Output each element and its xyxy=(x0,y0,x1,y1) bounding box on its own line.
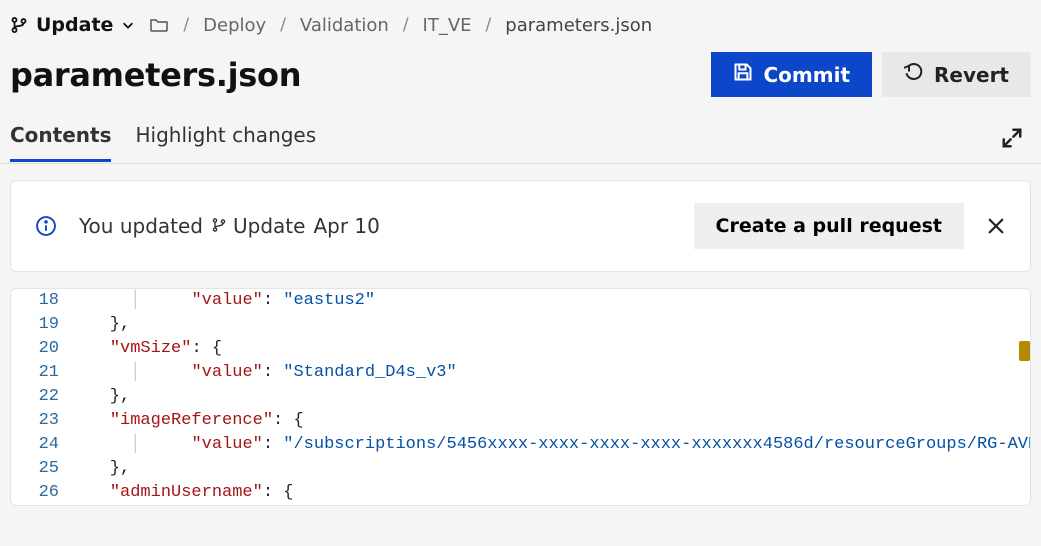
line-number: 26 xyxy=(11,481,69,505)
code-table: 18 │ "value": "eastus2"19 },20 "vmSize":… xyxy=(11,289,1030,505)
breadcrumb-item-0[interactable]: Deploy xyxy=(203,15,266,36)
fullscreen-icon[interactable] xyxy=(993,121,1031,163)
breadcrumb-separator: / xyxy=(403,15,409,35)
code-line: 23 "imageReference": { xyxy=(11,409,1030,433)
tabs: Contents Highlight changes xyxy=(10,123,316,162)
code-line: 25 }, xyxy=(11,457,1030,481)
code-line: 24 │ "value": "/subscriptions/5456xxxx-x… xyxy=(11,433,1030,457)
commit-button[interactable]: Commit xyxy=(711,52,872,97)
code-content[interactable]: "imageReference": { xyxy=(69,409,1030,433)
scrollbar-thumb[interactable] xyxy=(1019,341,1030,361)
action-buttons: Commit Revert xyxy=(711,52,1031,97)
folder-icon[interactable] xyxy=(149,16,169,34)
banner-branch-name: Update xyxy=(233,214,305,238)
banner-right: Create a pull request xyxy=(694,203,1006,249)
banner-text: You updated Update Apr 10 xyxy=(79,214,380,238)
code-content[interactable]: }, xyxy=(69,313,1030,337)
breadcrumb-item-3[interactable]: parameters.json xyxy=(505,15,652,36)
line-number: 18 xyxy=(11,289,69,313)
code-content[interactable]: │ "value": "Standard_D4s_v3" xyxy=(69,361,1030,385)
revert-button[interactable]: Revert xyxy=(882,52,1031,97)
line-number: 25 xyxy=(11,457,69,481)
line-number: 20 xyxy=(11,337,69,361)
code-line: 20 "vmSize": { xyxy=(11,337,1030,361)
tab-contents[interactable]: Contents xyxy=(10,123,111,162)
code-content[interactable]: }, xyxy=(69,385,1030,409)
branch-name: Update xyxy=(36,14,113,36)
heading-row: parameters.json Commit Revert xyxy=(0,46,1041,97)
code-content[interactable]: "vmSize": { xyxy=(69,337,1030,361)
branch-icon xyxy=(211,214,227,238)
line-number: 21 xyxy=(11,361,69,385)
revert-label: Revert xyxy=(934,63,1009,87)
line-number: 23 xyxy=(11,409,69,433)
breadcrumb-separator: / xyxy=(486,15,492,35)
code-line: 21 │ "value": "Standard_D4s_v3" xyxy=(11,361,1030,385)
tabs-row: Contents Highlight changes xyxy=(0,97,1041,164)
branch-icon xyxy=(10,16,28,34)
code-content[interactable]: │ "value": "eastus2" xyxy=(69,289,1030,313)
commit-label: Commit xyxy=(763,63,850,87)
code-content[interactable]: "adminUsername": { xyxy=(69,481,1030,505)
code-line: 26 "adminUsername": { xyxy=(11,481,1030,505)
code-line: 19 }, xyxy=(11,313,1030,337)
code-line: 22 }, xyxy=(11,385,1030,409)
undo-icon xyxy=(904,62,924,87)
chevron-down-icon xyxy=(121,18,135,32)
page-title: parameters.json xyxy=(10,56,301,94)
breadcrumb-separator: / xyxy=(280,15,286,35)
code-line: 18 │ "value": "eastus2" xyxy=(11,289,1030,313)
breadcrumb-item-2[interactable]: IT_VE xyxy=(423,15,472,36)
update-banner: You updated Update Apr 10 Create a pull … xyxy=(10,180,1031,272)
banner-prefix: You updated xyxy=(79,214,203,238)
line-number: 22 xyxy=(11,385,69,409)
branch-selector[interactable]: Update xyxy=(10,14,135,36)
save-icon xyxy=(733,62,753,87)
close-icon[interactable] xyxy=(986,216,1006,236)
banner-branch[interactable]: Update xyxy=(211,214,305,238)
tab-highlight-changes[interactable]: Highlight changes xyxy=(135,123,316,162)
code-viewer[interactable]: 18 │ "value": "eastus2"19 },20 "vmSize":… xyxy=(10,288,1031,506)
breadcrumb-item-1[interactable]: Validation xyxy=(300,15,389,36)
line-number: 19 xyxy=(11,313,69,337)
info-icon xyxy=(35,215,57,237)
code-content[interactable]: }, xyxy=(69,457,1030,481)
banner-left: You updated Update Apr 10 xyxy=(35,214,380,238)
breadcrumb-separator: / xyxy=(183,15,189,35)
banner-date: Apr 10 xyxy=(313,214,379,238)
line-number: 24 xyxy=(11,433,69,457)
breadcrumb-bar: Update / Deploy / Validation / IT_VE / p… xyxy=(0,0,1041,46)
code-content[interactable]: │ "value": "/subscriptions/5456xxxx-xxxx… xyxy=(69,433,1030,457)
create-pr-button[interactable]: Create a pull request xyxy=(694,203,964,249)
